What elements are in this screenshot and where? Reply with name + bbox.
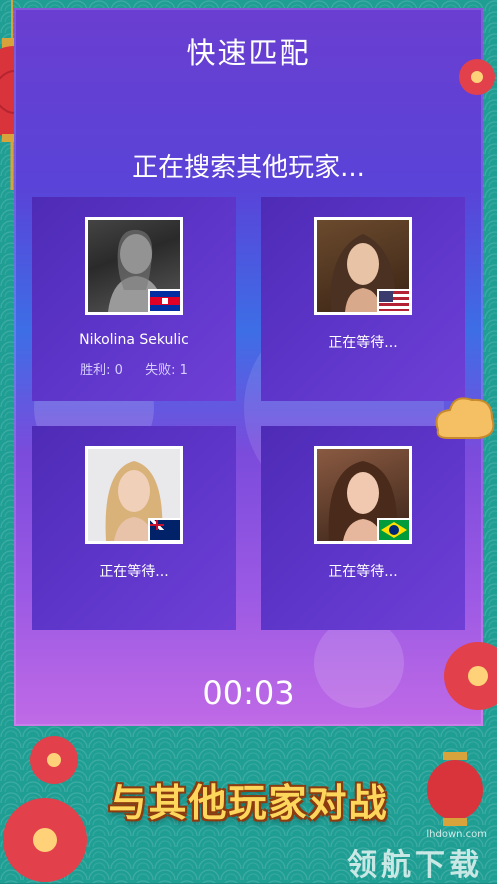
- australia-flag-icon: [148, 518, 182, 542]
- player-card: 正在等待...: [261, 197, 465, 401]
- watermark-text: 领航下载: [347, 848, 483, 883]
- countdown-timer: 00:03: [202, 674, 295, 712]
- promo-banner: 与其他玩家对战: [108, 781, 389, 825]
- usa-flag-icon: [377, 289, 411, 313]
- cambodia-flag-icon: [148, 289, 182, 313]
- player-card: Nikolina Sekulic 胜利: 0 失败: 1: [32, 197, 236, 401]
- player-card: 正在等待...: [32, 426, 236, 630]
- cloud-icon: [435, 397, 495, 439]
- page-title: 快速匹配: [186, 36, 311, 70]
- player-stats: 胜利: 0 失败: 1: [32, 359, 236, 378]
- losses-count: 失败: 1: [145, 363, 188, 378]
- player-name: 正在等待...: [328, 335, 398, 351]
- player-name: Nikolina Sekulic: [79, 332, 189, 348]
- flower-icon: [444, 642, 497, 710]
- watermark-url: lhdown.com: [426, 829, 487, 840]
- player-name: 正在等待...: [328, 564, 398, 580]
- player-card: 正在等待...: [261, 426, 465, 630]
- flower-icon: [459, 59, 495, 95]
- brazil-flag-icon: [377, 518, 411, 542]
- player-name: 正在等待...: [99, 564, 169, 580]
- searching-status: 正在搜索其他玩家...: [132, 153, 365, 183]
- wins-count: 胜利: 0: [80, 363, 123, 378]
